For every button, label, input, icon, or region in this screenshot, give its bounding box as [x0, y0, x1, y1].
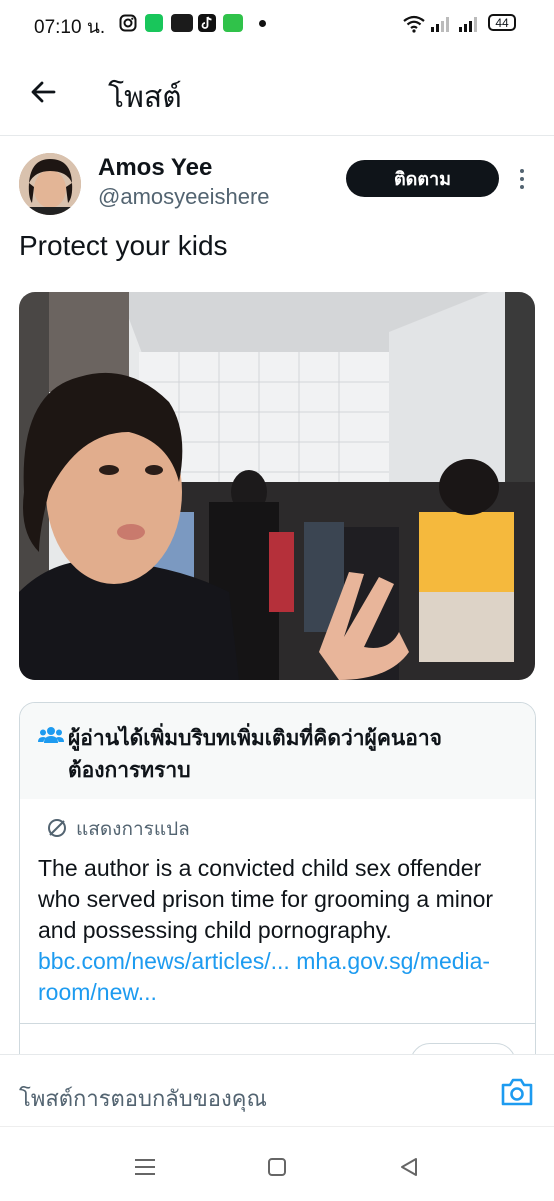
avatar[interactable] — [19, 153, 81, 215]
community-note-title: ผู้อ่านได้เพิ่มบริบทเพิ่มเติมที่คิดว่าผู… — [68, 727, 442, 782]
battery-level: 44 — [495, 15, 509, 30]
author-handle[interactable]: @amosyeeishere — [98, 184, 270, 210]
show-translation-link[interactable]: แสดงการแปล — [76, 814, 190, 844]
post-text: Protect your kids — [19, 230, 228, 261]
system-nav-bar — [0, 1126, 554, 1201]
webtoon-icon — [171, 14, 193, 32]
community-note: ผู้อ่านได้เพิ่มบริบทเพิ่มเติมที่คิดว่าผู… — [19, 702, 536, 1084]
post-image[interactable] — [19, 292, 535, 680]
home-icon[interactable] — [267, 1157, 287, 1182]
author-name[interactable]: Amos Yee — [98, 154, 212, 182]
page-title: โพสต์ — [108, 81, 182, 114]
wifi-icon — [402, 14, 426, 39]
community-note-body: The author is a convicted child sex offe… — [38, 853, 518, 1008]
line-icon — [145, 14, 163, 32]
note-link-bbc[interactable]: bbc.com/news/articles/... — [38, 948, 290, 974]
reply-input[interactable]: โพสต์การตอบกลับของคุณ — [19, 1081, 267, 1116]
notification-dot-icon — [259, 20, 266, 27]
reply-bar: โพสต์การตอบกลับของคุณ — [0, 1054, 554, 1127]
follow-button[interactable]: ติดตาม — [346, 160, 499, 197]
signal-2-icon — [458, 15, 480, 38]
translate-icon[interactable] — [46, 817, 68, 844]
camera-icon[interactable] — [500, 1077, 534, 1107]
community-note-text: The author is a convicted child sex offe… — [38, 855, 494, 943]
instagram-icon — [119, 14, 137, 32]
signal-1-icon — [430, 15, 452, 38]
community-note-divider — [20, 1023, 535, 1024]
battery-icon: 44 — [488, 14, 516, 31]
status-time: 07:10 น. — [34, 17, 106, 38]
iqiyi-icon — [223, 14, 243, 32]
tiktok-icon — [198, 14, 216, 32]
back-nav-icon[interactable] — [399, 1157, 419, 1182]
back-arrow-icon[interactable] — [28, 76, 60, 108]
header-divider — [0, 135, 554, 136]
more-options-icon[interactable] — [514, 167, 530, 191]
recent-apps-icon[interactable] — [134, 1157, 156, 1182]
people-icon — [38, 725, 64, 750]
